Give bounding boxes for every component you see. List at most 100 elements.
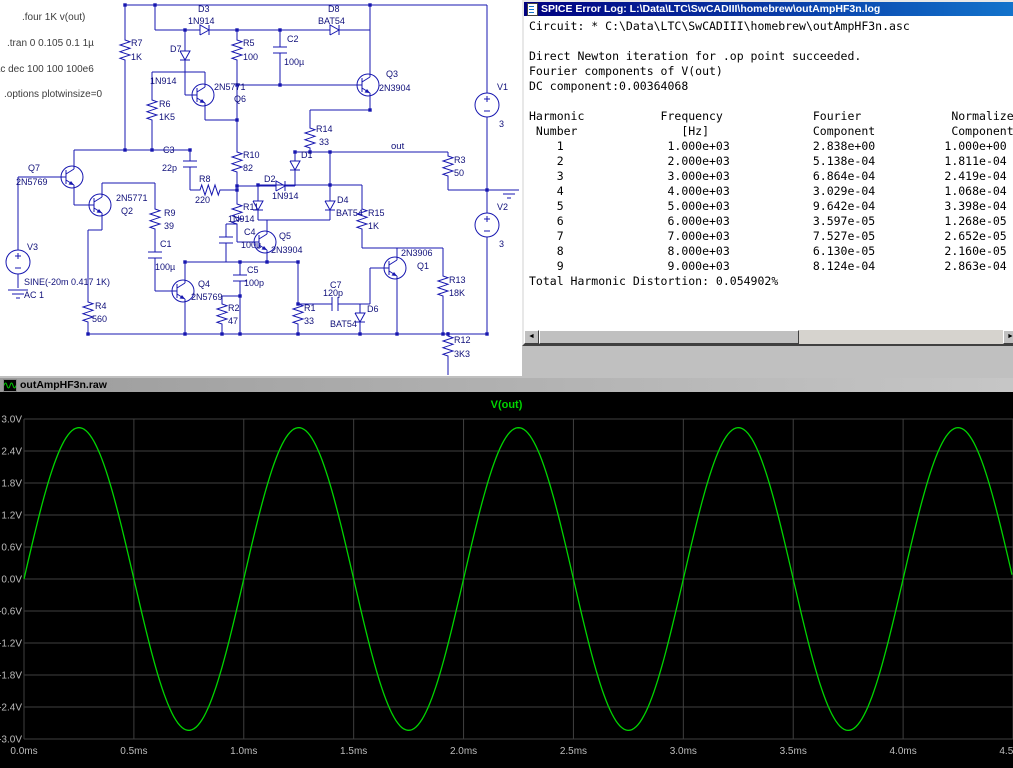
svg-text:4.5ms: 4.5ms — [999, 746, 1013, 757]
svg-text:100µ: 100µ — [155, 262, 175, 272]
error-log-text: Circuit: * C:\Data\LTC\SwCADIII\homebrew… — [524, 16, 1013, 289]
svg-text:39: 39 — [164, 221, 174, 231]
svg-text:BAT54: BAT54 — [330, 319, 357, 329]
svg-text:0.5ms: 0.5ms — [120, 746, 147, 757]
scrollbar-thumb[interactable] — [539, 330, 799, 344]
svg-text:Q2: Q2 — [121, 206, 133, 216]
svg-text:D1: D1 — [301, 150, 313, 160]
svg-text:1N914: 1N914 — [188, 16, 215, 26]
svg-text:R5: R5 — [243, 38, 255, 48]
ltspice-app: R7 1K R5 100 C2 100µ D3 1N914 D8 BAT54 D7 1N914 2N57… — [0, 0, 1013, 768]
svg-text:R4: R4 — [95, 301, 107, 311]
svg-text:Q4: Q4 — [198, 279, 210, 289]
svg-text:2N5769: 2N5769 — [16, 177, 48, 187]
waveform-icon — [3, 379, 17, 392]
svg-text:2.5ms: 2.5ms — [560, 746, 587, 757]
svg-text:Q5: Q5 — [279, 231, 291, 241]
svg-text:1.8V: 1.8V — [1, 479, 22, 490]
svg-text:4.0ms: 4.0ms — [889, 746, 916, 757]
svg-text:.ac dec 100 100 100e6: .ac dec 100 100 100e6 — [0, 64, 94, 75]
error-log-title: SPICE Error Log: L:\Data\LTC\SwCADIII\ho… — [541, 3, 880, 15]
svg-text:2N3906: 2N3906 — [401, 248, 433, 258]
svg-text:2N5771: 2N5771 — [116, 193, 148, 203]
svg-text:R10: R10 — [243, 150, 260, 160]
svg-text:2N5769: 2N5769 — [191, 292, 223, 302]
svg-text:3: 3 — [499, 239, 504, 249]
svg-text:82: 82 — [243, 163, 253, 173]
waveform-plot[interactable]: 3.0V2.4V1.8V1.2V0.6V0.0V-0.6V-1.2V-1.8V-… — [0, 392, 1013, 768]
svg-text:AC 1: AC 1 — [24, 290, 44, 300]
svg-text:-2.4V: -2.4V — [0, 703, 22, 714]
schematic-pane[interactable]: R7 1K R5 100 C2 100µ D3 1N914 D8 BAT54 D7 1N914 2N57… — [0, 0, 522, 376]
svg-text:2.0ms: 2.0ms — [450, 746, 477, 757]
svg-text:R7: R7 — [131, 38, 143, 48]
svg-text:2N3904: 2N3904 — [379, 83, 411, 93]
svg-text:D3: D3 — [198, 4, 210, 14]
svg-text:out: out — [391, 141, 405, 152]
svg-text:R8: R8 — [199, 174, 211, 184]
svg-text:100: 100 — [243, 52, 258, 62]
svg-text:-1.8V: -1.8V — [0, 671, 22, 682]
svg-text:D2: D2 — [264, 174, 276, 184]
schematic-svg: R7 1K R5 100 C2 100µ D3 1N914 D8 BAT54 D7 1N914 2N57… — [0, 0, 522, 376]
svg-text:3.0ms: 3.0ms — [670, 746, 697, 757]
svg-text:1N914: 1N914 — [150, 76, 177, 86]
svg-text:C3: C3 — [163, 145, 175, 155]
scroll-left-button[interactable]: ◄ — [524, 330, 539, 344]
svg-text:1.2V: 1.2V — [1, 511, 22, 522]
waveform-titlebar[interactable]: outAmpHF3n.raw — [0, 378, 1013, 392]
error-log-hscrollbar[interactable]: ◄ ► — [524, 330, 1013, 344]
error-log-window: SPICE Error Log: L:\Data\LTC\SwCADIII\ho… — [522, 0, 1013, 346]
svg-text:120p: 120p — [323, 288, 343, 298]
svg-text:D7: D7 — [170, 44, 182, 54]
svg-text:1K5: 1K5 — [159, 112, 175, 122]
svg-text:50: 50 — [454, 168, 464, 178]
waveform-window: outAmpHF3n.raw 3.0V2.4V1.8V1.2V0.6V0.0V-… — [0, 378, 1013, 768]
svg-text:.tran 0 0.105 0.1 1µ: .tran 0 0.105 0.1 1µ — [7, 38, 94, 49]
svg-text:22p: 22p — [162, 163, 177, 173]
svg-text:R6: R6 — [159, 99, 171, 109]
svg-text:BAT54: BAT54 — [318, 16, 345, 26]
svg-text:R1: R1 — [304, 303, 316, 313]
svg-text:1K: 1K — [368, 221, 379, 231]
svg-text:V2: V2 — [497, 202, 508, 212]
svg-text:0.0ms: 0.0ms — [10, 746, 37, 757]
svg-text:.four 1K v(out): .four 1K v(out) — [22, 12, 85, 23]
svg-text:-3.0V: -3.0V — [0, 735, 22, 746]
svg-text:V3: V3 — [27, 242, 38, 252]
svg-text:1.0ms: 1.0ms — [230, 746, 257, 757]
svg-text:1N914: 1N914 — [228, 214, 255, 224]
svg-text:R2: R2 — [228, 303, 240, 313]
svg-text:R14: R14 — [316, 124, 333, 134]
svg-text:R12: R12 — [454, 335, 471, 345]
error-log-content: Circuit: * C:\Data\LTC\SwCADIII\homebrew… — [524, 16, 1013, 330]
svg-text:1N914: 1N914 — [272, 191, 299, 201]
svg-text:R13: R13 — [449, 275, 466, 285]
svg-text:3: 3 — [499, 119, 504, 129]
svg-text:47: 47 — [228, 316, 238, 326]
svg-text:V1: V1 — [497, 82, 508, 92]
svg-text:D8: D8 — [328, 4, 340, 14]
scroll-right-button[interactable]: ► — [1003, 330, 1013, 344]
svg-text:33: 33 — [304, 316, 314, 326]
svg-text:100p: 100p — [244, 278, 264, 288]
svg-text:3.5ms: 3.5ms — [780, 746, 807, 757]
svg-text:33: 33 — [319, 137, 329, 147]
svg-text:1.5ms: 1.5ms — [340, 746, 367, 757]
error-log-titlebar[interactable]: SPICE Error Log: L:\Data\LTC\SwCADIII\ho… — [524, 2, 1013, 16]
svg-text:1K: 1K — [131, 52, 142, 62]
svg-text:R3: R3 — [454, 155, 466, 165]
svg-text:Q6: Q6 — [234, 94, 246, 104]
svg-text:C2: C2 — [287, 34, 299, 44]
svg-text:220: 220 — [195, 195, 210, 205]
svg-text:3.0V: 3.0V — [1, 415, 22, 426]
svg-text:V(out): V(out) — [491, 399, 523, 411]
svg-text:3K3: 3K3 — [454, 349, 470, 359]
svg-text:0.0V: 0.0V — [1, 575, 22, 586]
svg-text:Q3: Q3 — [386, 69, 398, 79]
svg-text:Q1: Q1 — [417, 261, 429, 271]
svg-text:560: 560 — [92, 314, 107, 324]
svg-text:2N3904: 2N3904 — [271, 245, 303, 255]
svg-text:D4: D4 — [337, 195, 349, 205]
scrollbar-track[interactable] — [539, 330, 1003, 344]
